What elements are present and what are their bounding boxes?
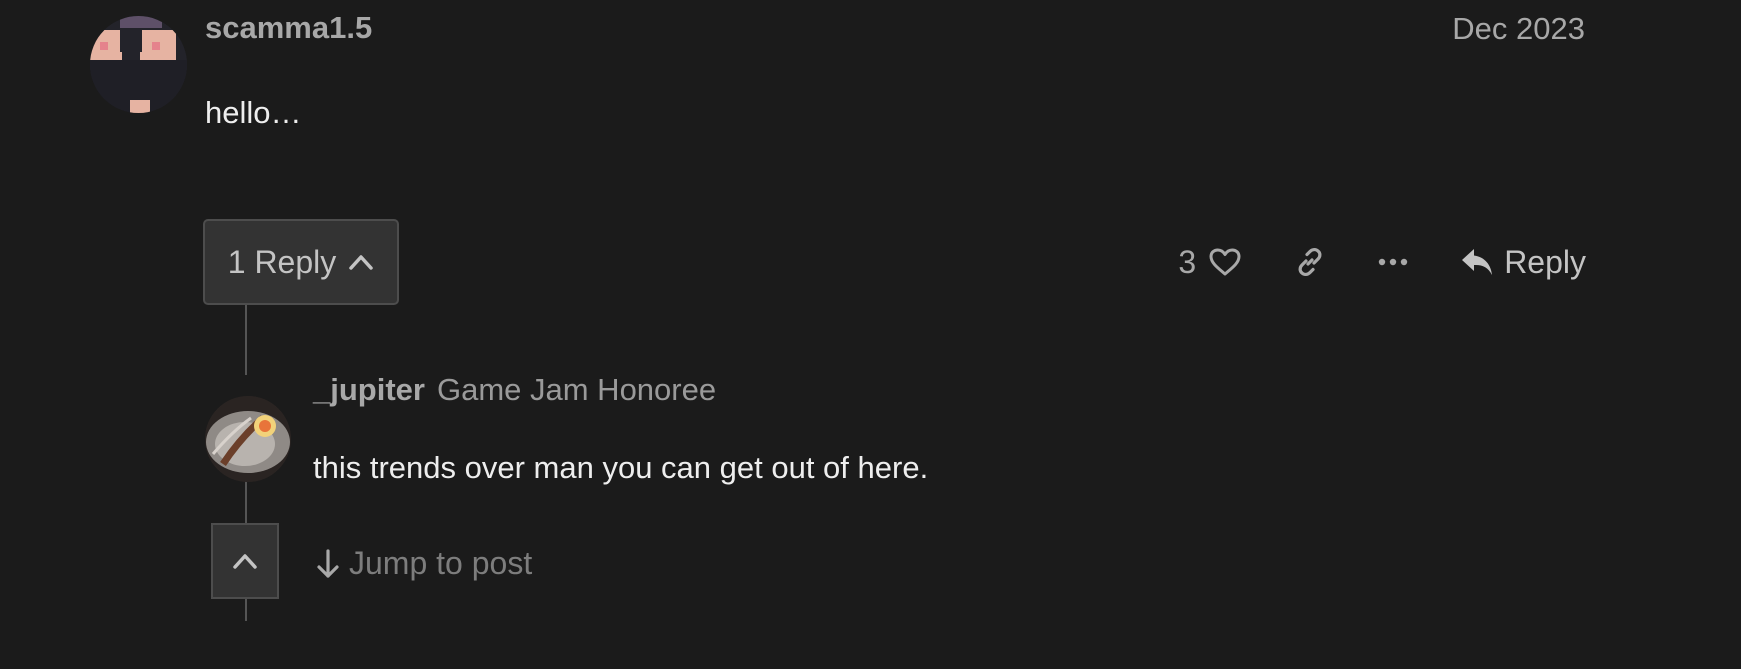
- jump-to-post-link[interactable]: Jump to post: [315, 545, 532, 582]
- reply-button[interactable]: Reply: [1460, 244, 1586, 281]
- post-date[interactable]: Dec 2023: [1452, 11, 1585, 47]
- collapse-replies-button[interactable]: [211, 523, 279, 599]
- link-icon: [1298, 247, 1322, 277]
- copy-link-button[interactable]: [1294, 246, 1326, 278]
- chevron-up-icon: [233, 554, 257, 569]
- reply-username[interactable]: _jupiter: [313, 372, 425, 408]
- reply-arrow-icon: [1462, 249, 1493, 275]
- ellipsis-icon: [1378, 258, 1408, 266]
- replies-count-label: 1 Reply: [227, 243, 337, 280]
- topic-page: scamma1.5 Dec 2023 hello… 1 Reply 3 Repl…: [0, 0, 1741, 669]
- like-count: 3: [1178, 243, 1197, 280]
- thread-line: [245, 305, 247, 375]
- post-username[interactable]: scamma1.5: [205, 10, 372, 46]
- more-actions-button[interactable]: [1378, 257, 1408, 267]
- heart-icon: [1209, 248, 1241, 276]
- reply-body: this trends over man you can get out of …: [313, 450, 929, 485]
- jump-to-post-label: Jump to post: [349, 545, 533, 581]
- show-replies-button[interactable]: 1 Reply: [203, 219, 399, 305]
- user-avatar[interactable]: [90, 16, 187, 113]
- reply-user-avatar[interactable]: [205, 396, 291, 482]
- thread-line: [245, 599, 247, 621]
- reply-user-title: Game Jam Honoree: [436, 372, 717, 407]
- like-button[interactable]: 3: [1178, 244, 1242, 281]
- arrow-down-icon: [317, 548, 339, 578]
- post-body: hello…: [205, 95, 302, 130]
- reply-label: Reply: [1504, 243, 1586, 280]
- post-actions: 3 Reply: [1178, 235, 1586, 289]
- photo-avatar-icon: [205, 396, 291, 482]
- pixel-face-avatar-icon: [90, 16, 187, 113]
- chevron-up-icon: [349, 255, 373, 270]
- reply-meta: _jupiter Game Jam Honoree: [313, 372, 716, 408]
